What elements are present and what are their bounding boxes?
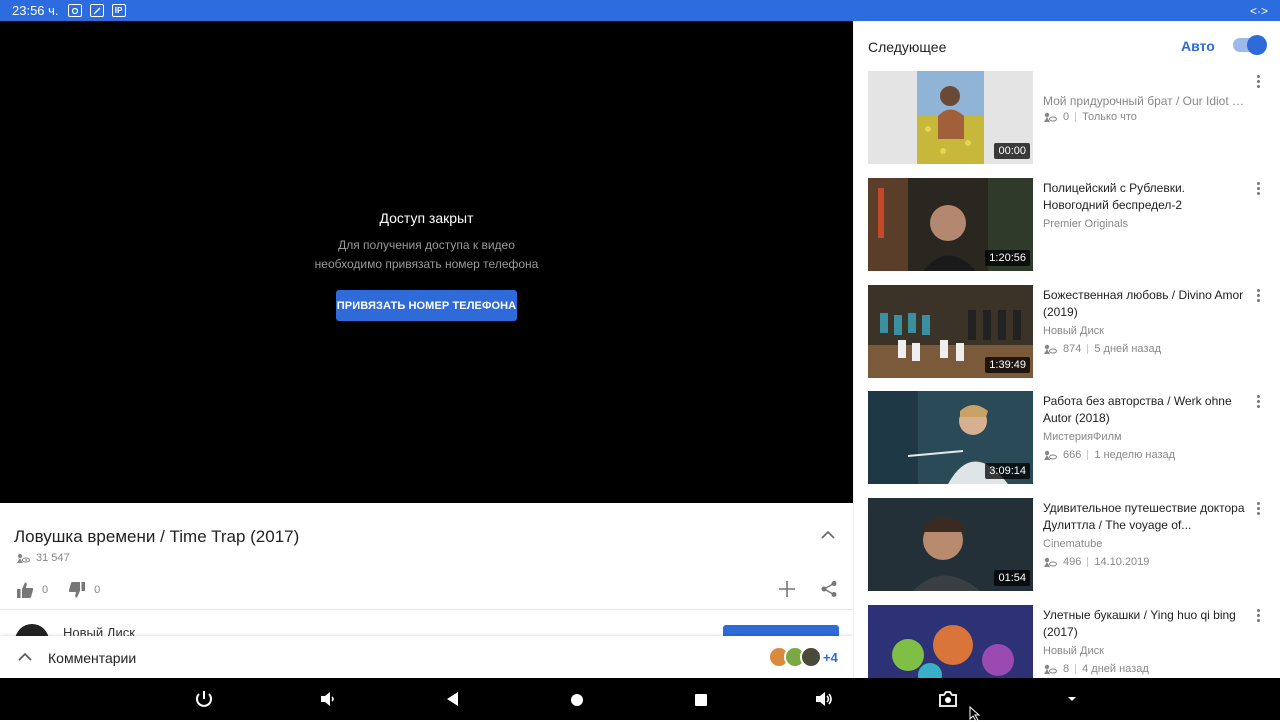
add-icon[interactable] [778, 580, 796, 598]
views-icon [1044, 664, 1057, 674]
video-thumbnail[interactable]: 00:00 [868, 71, 1033, 164]
system-nav-bar [0, 678, 1280, 722]
autoplay-toggle[interactable] [1233, 35, 1267, 55]
views-count: 874 [1063, 343, 1082, 355]
more-commenters-count: +4 [823, 650, 838, 665]
video-meta: 666 1 неделю назад [1043, 449, 1175, 461]
camera-icon[interactable] [937, 688, 959, 710]
views-icon [1044, 450, 1057, 460]
more-options-icon[interactable] [1255, 609, 1261, 625]
edit-icon [89, 4, 104, 17]
dislikes-count: 0 [94, 584, 101, 596]
views-icon [1044, 112, 1057, 122]
more-options-icon[interactable] [1255, 395, 1261, 411]
up-next-title: Следующее [868, 39, 947, 55]
code-icon: <·> [1249, 3, 1268, 18]
list-item[interactable]: Улетные букашки / Ying huo qi bing (2017… [868, 605, 1268, 678]
up-next-sidebar: Следующее Авто 00:00 Мой придурочный бра… [853, 21, 1280, 678]
video-thumbnail[interactable] [868, 605, 1033, 678]
comments-bar[interactable]: Комментарии +4 [0, 636, 853, 678]
video-thumbnail[interactable]: 01:54 [868, 498, 1033, 591]
access-denied-title: Доступ закрыт [379, 210, 474, 226]
view-count: 31 547 [16, 552, 70, 564]
commenter-avatars [768, 646, 822, 668]
recents-icon[interactable] [690, 688, 712, 710]
clock: 23:56 ч. [12, 3, 59, 18]
upload-date: Только что [1082, 111, 1137, 123]
views-icon [1044, 344, 1057, 354]
view-count-value: 31 547 [36, 552, 70, 564]
volume-down-icon[interactable] [317, 688, 339, 710]
home-icon[interactable] [566, 688, 588, 710]
video-meta: 874 5 дней назад [1043, 343, 1161, 355]
more-options-icon[interactable] [1255, 75, 1261, 91]
avatar [800, 646, 822, 668]
likes-count: 0 [42, 584, 49, 596]
comments-label: Комментарии [48, 650, 137, 666]
views-count: 666 [1063, 449, 1082, 461]
access-denied-line-2: необходимо привязать номер телефона [314, 257, 539, 271]
video-meta: 496 14.10.2019 [1043, 556, 1149, 568]
power-icon[interactable] [193, 688, 215, 710]
duration-badge: 01:54 [994, 570, 1030, 586]
video-meta: 8 4 дней назад [1043, 663, 1149, 675]
views-icon [17, 553, 30, 563]
access-denied-description: Для получения доступа к видео необходимо… [0, 236, 853, 274]
access-denied-line-1: Для получения доступа к видео [338, 238, 515, 252]
video-player[interactable]: Доступ закрыт Для получения доступа к ви… [0, 21, 853, 503]
upload-date: 4 дней назад [1082, 663, 1149, 675]
status-bar: 23:56 ч. IP <·> [0, 0, 1280, 21]
list-item[interactable]: 00:00 Мой придурочный брат / Our Idiot B… [868, 71, 1268, 164]
duration-badge: 1:39:49 [985, 357, 1030, 373]
toggle-knob [1247, 35, 1267, 55]
upload-date: 5 дней назад [1094, 343, 1161, 355]
chevron-up-icon[interactable] [820, 527, 836, 543]
chevron-down-icon[interactable] [1061, 688, 1083, 710]
list-item[interactable]: 1:20:56 Полицейский с Рублевки. Новогодн… [868, 178, 1268, 271]
channel-name[interactable]: Premier Originals [1043, 218, 1128, 230]
video-title[interactable]: Работа без авторства / Werk ohne Autor (… [1043, 393, 1248, 427]
video-meta: 0 Только что [1043, 111, 1137, 123]
video-title[interactable]: Божественная любовь / Divino Amor (2019) [1043, 287, 1248, 321]
views-count: 8 [1063, 663, 1070, 675]
more-options-icon[interactable] [1255, 182, 1261, 198]
video-thumbnail[interactable]: 1:20:56 [868, 178, 1033, 271]
more-options-icon[interactable] [1255, 502, 1261, 518]
ip-icon: IP [111, 4, 126, 17]
chevron-up-icon[interactable] [17, 650, 33, 664]
thumbs-up-icon[interactable] [16, 581, 34, 599]
list-item[interactable]: 01:54 Удивительное путешествие доктора Д… [868, 498, 1268, 591]
views-count: 0 [1063, 111, 1070, 123]
channel-name[interactable]: Новый Диск [1043, 325, 1104, 337]
list-item[interactable]: 3:09:14 Работа без авторства / Werk ohne… [868, 391, 1268, 484]
screenshot-icon [67, 4, 82, 17]
thumbs-down-icon[interactable] [68, 581, 86, 599]
back-icon[interactable] [442, 688, 464, 710]
duration-badge: 00:00 [994, 143, 1030, 159]
more-options-icon[interactable] [1255, 289, 1261, 305]
video-title[interactable]: Полицейский с Рублевки. Новогодний беспр… [1043, 180, 1248, 214]
views-icon [1044, 557, 1057, 567]
channel-name[interactable]: МистерияФилм [1043, 431, 1122, 443]
video-thumbnail[interactable]: 1:39:49 [868, 285, 1033, 378]
list-item[interactable]: 1:39:49 Божественная любовь / Divino Amo… [868, 285, 1268, 378]
channel-name[interactable]: Cinematube [1043, 538, 1102, 550]
channel-name[interactable]: Новый Диск [1043, 645, 1104, 657]
upload-date: 1 неделю назад [1094, 449, 1176, 461]
views-count: 496 [1063, 556, 1082, 568]
upload-date: 14.10.2019 [1094, 556, 1150, 568]
share-icon[interactable] [820, 580, 838, 598]
bind-phone-button[interactable]: ПРИВЯЗАТЬ НОМЕР ТЕЛЕФОНА [336, 290, 517, 321]
duration-badge: 3:09:14 [985, 463, 1030, 479]
duration-badge: 1:20:56 [985, 250, 1030, 266]
video-title[interactable]: Удивительное путешествие доктора Дулиттл… [1043, 500, 1248, 534]
autoplay-label: Авто [1181, 38, 1215, 54]
video-thumbnail[interactable]: 3:09:14 [868, 391, 1033, 484]
rating-row: 0 0 [16, 581, 120, 599]
video-title: Ловушка времени / Time Trap (2017) [14, 527, 300, 546]
video-title[interactable]: Улетные букашки / Ying huo qi bing (2017… [1043, 607, 1248, 641]
video-title[interactable]: Мой придурочный брат / Our Idiot Brot... [1043, 93, 1248, 110]
volume-up-icon[interactable] [813, 688, 835, 710]
channel-row[interactable]: Новый Диск [0, 610, 853, 637]
